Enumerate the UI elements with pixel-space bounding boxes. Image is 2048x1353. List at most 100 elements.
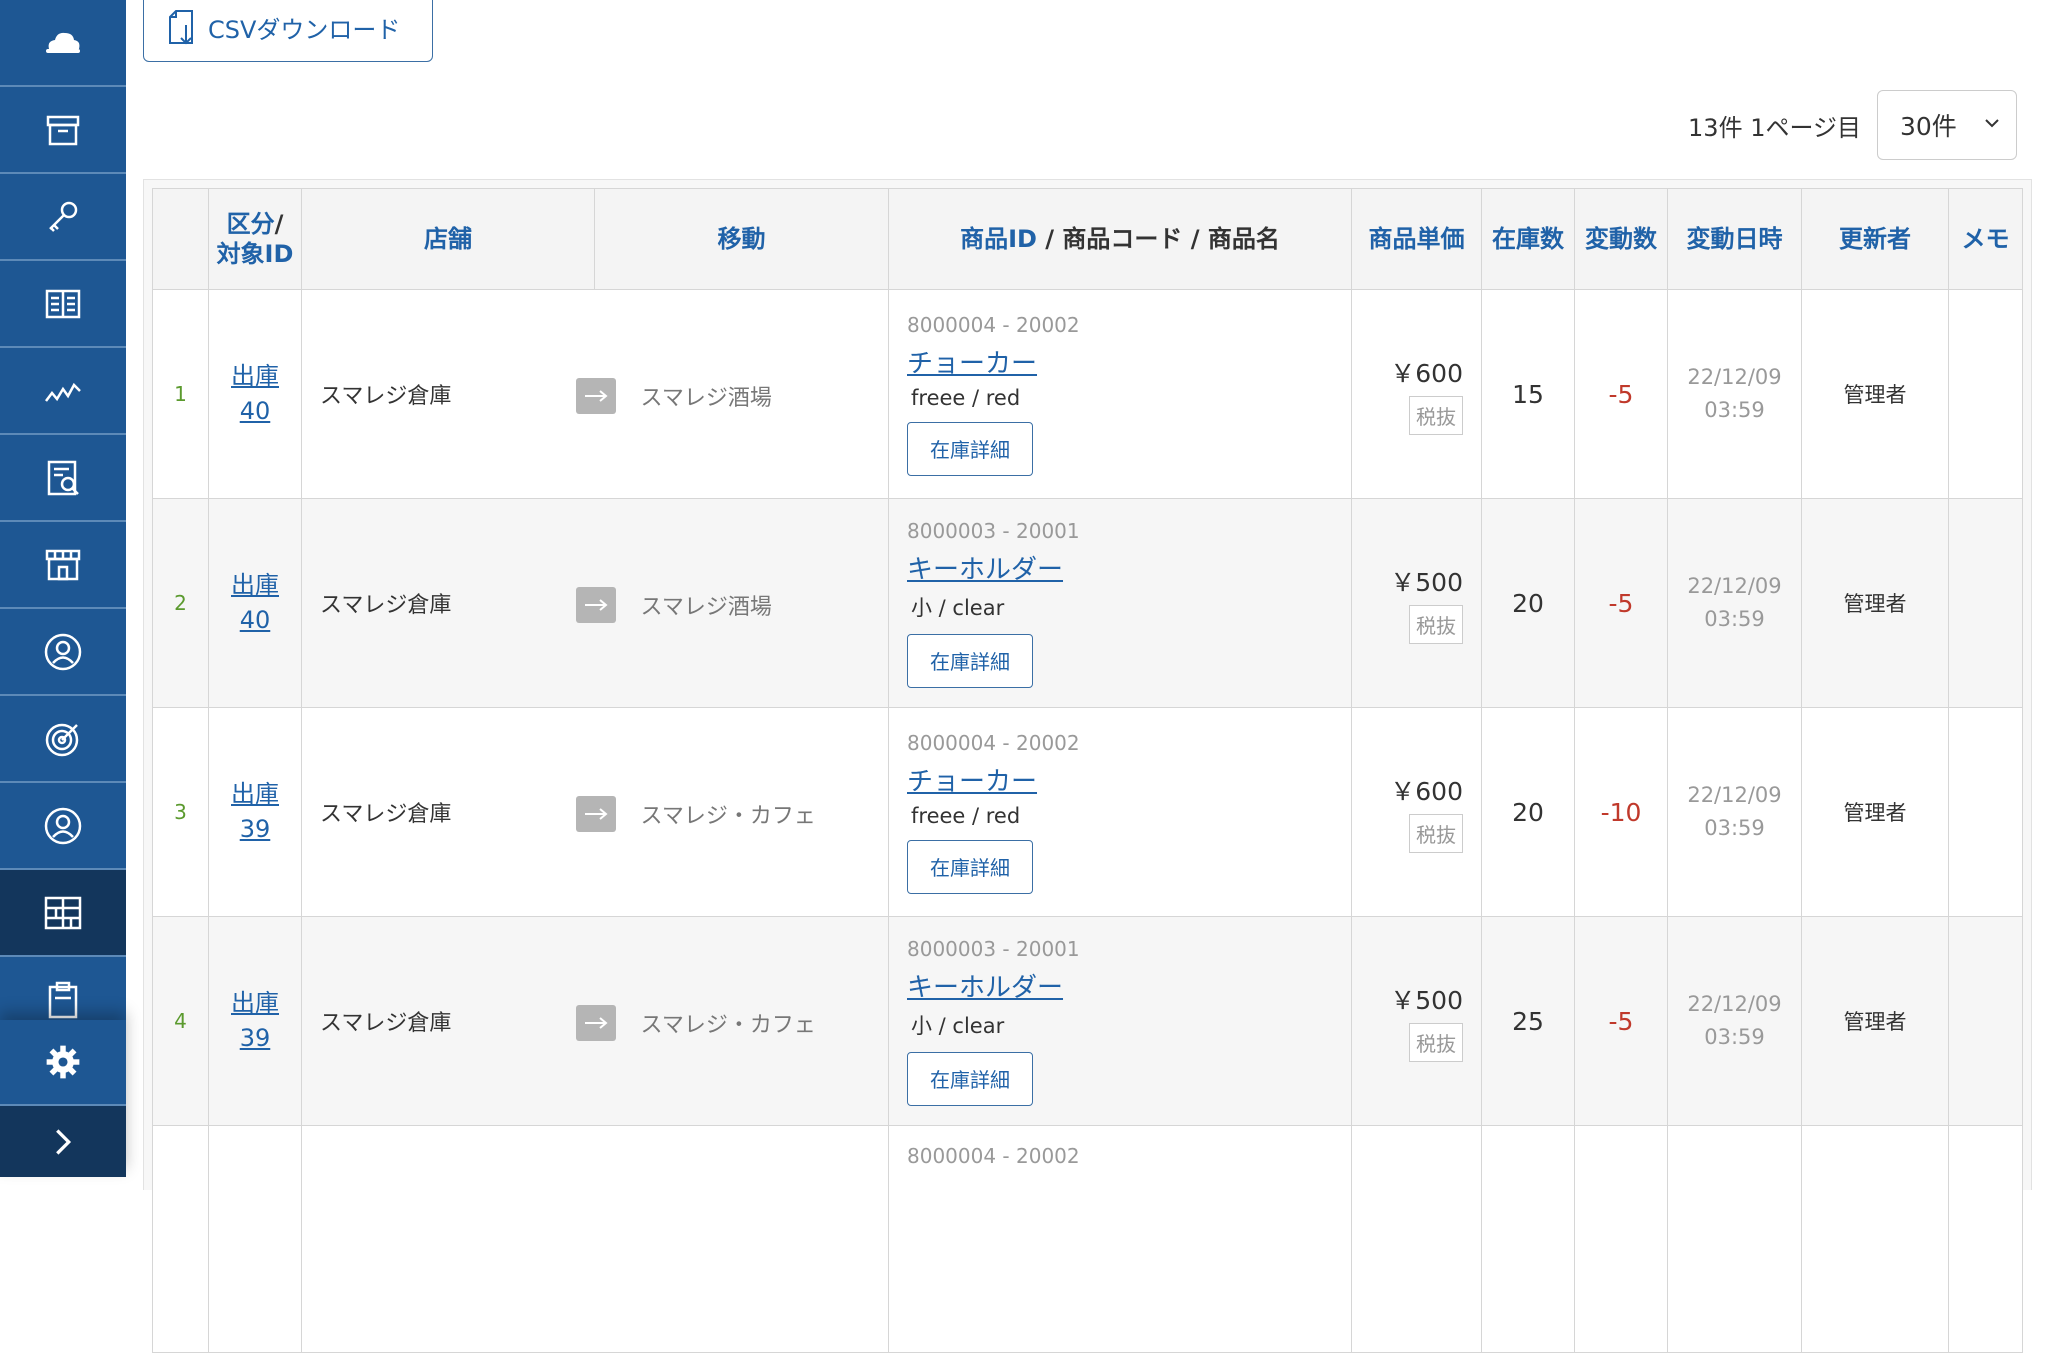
kubun-cell: 出庫 40 bbox=[208, 289, 302, 499]
sidebar-item-archive[interactable] bbox=[0, 87, 126, 174]
memo-cell bbox=[1948, 916, 2023, 1126]
inventory-grid-icon bbox=[44, 896, 82, 929]
table-row: 1 出庫 40 スマレジ倉庫 スマレジ酒場 8000004 - 20002 チョ… bbox=[152, 289, 2023, 499]
stock-detail-button[interactable]: 在庫詳細 bbox=[907, 1051, 1033, 1106]
product-variant: 小 / clear bbox=[911, 1013, 1005, 1038]
memo-cell bbox=[1948, 498, 2023, 708]
sidebar-item-inventory[interactable] bbox=[0, 870, 126, 957]
product-cell: 8000004 - 20002 bbox=[888, 1125, 1352, 1353]
move-cell: スマレジ酒場 bbox=[575, 289, 889, 499]
product-name-link[interactable]: チョーカー bbox=[907, 761, 1037, 798]
updater-cell: 管理者 bbox=[1801, 707, 1949, 917]
kubun-cell bbox=[208, 1125, 302, 1353]
archive-icon bbox=[46, 115, 80, 145]
change-cell bbox=[1574, 1125, 1668, 1353]
kubun-cell: 出庫 40 bbox=[208, 498, 302, 708]
price-cell: ￥600 税抜 bbox=[1351, 707, 1482, 917]
header-move[interactable]: 移動 bbox=[594, 188, 889, 290]
row-number: 3 bbox=[152, 707, 209, 917]
updater-cell: 管理者 bbox=[1801, 289, 1949, 499]
product-name-link[interactable]: チョーカー bbox=[907, 343, 1037, 380]
price-cell: ￥600 税抜 bbox=[1351, 289, 1482, 499]
file-download-icon bbox=[169, 10, 193, 45]
product-variant: freee / red bbox=[911, 803, 1021, 828]
sidebar-item-customer[interactable] bbox=[0, 783, 126, 870]
sidebar-item-book[interactable] bbox=[0, 261, 126, 348]
header-change[interactable]: 変動数 bbox=[1574, 188, 1668, 290]
header-row-number bbox=[152, 188, 209, 290]
arrow-right-icon bbox=[575, 587, 616, 623]
store-cell bbox=[301, 1125, 595, 1353]
product-id-code: 8000004 - 20002 bbox=[907, 730, 1080, 755]
move-destination: スマレジ・カフェ bbox=[640, 804, 816, 829]
book-icon bbox=[45, 289, 81, 318]
header-kubun[interactable]: 区分/対象ID bbox=[208, 188, 302, 290]
sidebar-item-key[interactable] bbox=[0, 174, 126, 261]
move-cell bbox=[594, 1125, 889, 1353]
tax-badge: 税抜 bbox=[1409, 395, 1463, 435]
table-header-row: 区分/対象ID 店舗 移動 商品ID / 商品コード / 商品名 商品単価 在庫… bbox=[152, 188, 2023, 290]
move-cell: スマレジ酒場 bbox=[575, 498, 889, 708]
stock-detail-button[interactable]: 在庫詳細 bbox=[907, 421, 1033, 476]
target-id-link[interactable]: 40 bbox=[209, 394, 301, 429]
sidebar-expand-button[interactable] bbox=[0, 1106, 126, 1177]
header-memo[interactable]: メモ bbox=[1948, 188, 2023, 290]
header-product[interactable]: 商品ID / 商品コード / 商品名 bbox=[888, 188, 1352, 290]
pagination-info: 13件 1ページ目 bbox=[1688, 114, 1861, 142]
header-datetime[interactable]: 変動日時 bbox=[1667, 188, 1802, 290]
stock-detail-button[interactable]: 在庫詳細 bbox=[907, 633, 1033, 688]
target-id-link[interactable]: 39 bbox=[209, 1021, 301, 1056]
target-id-link[interactable]: 40 bbox=[209, 603, 301, 638]
memo-cell bbox=[1948, 289, 2023, 499]
product-id-code: 8000004 - 20002 bbox=[907, 1144, 1080, 1168]
change-time: 03:59 bbox=[1704, 398, 1765, 422]
sidebar-item-report[interactable] bbox=[0, 435, 126, 522]
arrow-right-icon bbox=[575, 378, 616, 414]
kubun-type-link[interactable]: 出庫 bbox=[209, 777, 301, 812]
product-variant: freee / red bbox=[911, 385, 1021, 410]
header-store[interactable]: 店舗 bbox=[301, 188, 595, 290]
change-cell: -5 bbox=[1574, 289, 1668, 499]
change-time: 03:59 bbox=[1704, 607, 1765, 631]
move-cell: スマレジ・カフェ bbox=[575, 707, 889, 917]
kubun-type-link[interactable]: 出庫 bbox=[209, 568, 301, 603]
product-id-code: 8000003 - 20001 bbox=[907, 518, 1080, 543]
stock-cell: 15 bbox=[1481, 289, 1575, 499]
store-cell: スマレジ倉庫 bbox=[301, 916, 595, 1126]
sidebar-item-home[interactable] bbox=[0, 0, 126, 87]
row-number: 1 bbox=[152, 289, 209, 499]
stock-cell: 25 bbox=[1481, 916, 1575, 1126]
header-stock[interactable]: 在庫数 bbox=[1481, 188, 1575, 290]
unit-price: ￥500 bbox=[1390, 567, 1463, 597]
sidebar-item-analytics[interactable] bbox=[0, 348, 126, 435]
change-date: 22/12/09 bbox=[1687, 992, 1782, 1017]
memo-cell bbox=[1948, 707, 2023, 917]
kubun-type-link[interactable]: 出庫 bbox=[209, 986, 301, 1021]
stock-detail-button[interactable]: 在庫詳細 bbox=[907, 839, 1033, 894]
kubun-type-link[interactable]: 出庫 bbox=[209, 359, 301, 394]
header-updater[interactable]: 更新者 bbox=[1801, 188, 1949, 290]
clipboard-icon bbox=[48, 981, 78, 1018]
tax-badge: 税抜 bbox=[1409, 1022, 1463, 1062]
settings-button[interactable] bbox=[0, 1020, 126, 1106]
customer-icon bbox=[44, 807, 82, 844]
stock-cell: 20 bbox=[1481, 498, 1575, 708]
csv-download-button[interactable]: CSVダウンロード bbox=[143, 0, 433, 62]
sidebar-item-target[interactable] bbox=[0, 696, 126, 783]
target-id-link[interactable]: 39 bbox=[209, 812, 301, 847]
price-cell: ￥500 税抜 bbox=[1351, 498, 1482, 708]
change-cell: -5 bbox=[1574, 916, 1668, 1126]
row-number: 4 bbox=[152, 916, 209, 1126]
product-name-link[interactable]: キーホルダー bbox=[907, 967, 1063, 1004]
per-page-select[interactable]: 30件 bbox=[1877, 90, 2017, 160]
arrow-right-icon bbox=[575, 796, 616, 832]
product-name-link[interactable]: キーホルダー bbox=[907, 549, 1063, 586]
move-cell: スマレジ・カフェ bbox=[575, 916, 889, 1126]
cloud-icon bbox=[46, 32, 80, 53]
sidebar-item-user[interactable] bbox=[0, 609, 126, 696]
table-row: 8000004 - 20002 bbox=[152, 1125, 2023, 1353]
product-cell: 8000004 - 20002 チョーカー freee / red 在庫詳細 bbox=[888, 289, 1352, 499]
header-unit-price[interactable]: 商品単価 bbox=[1351, 188, 1482, 290]
sidebar-item-store[interactable] bbox=[0, 522, 126, 609]
report-search-icon bbox=[47, 460, 79, 495]
